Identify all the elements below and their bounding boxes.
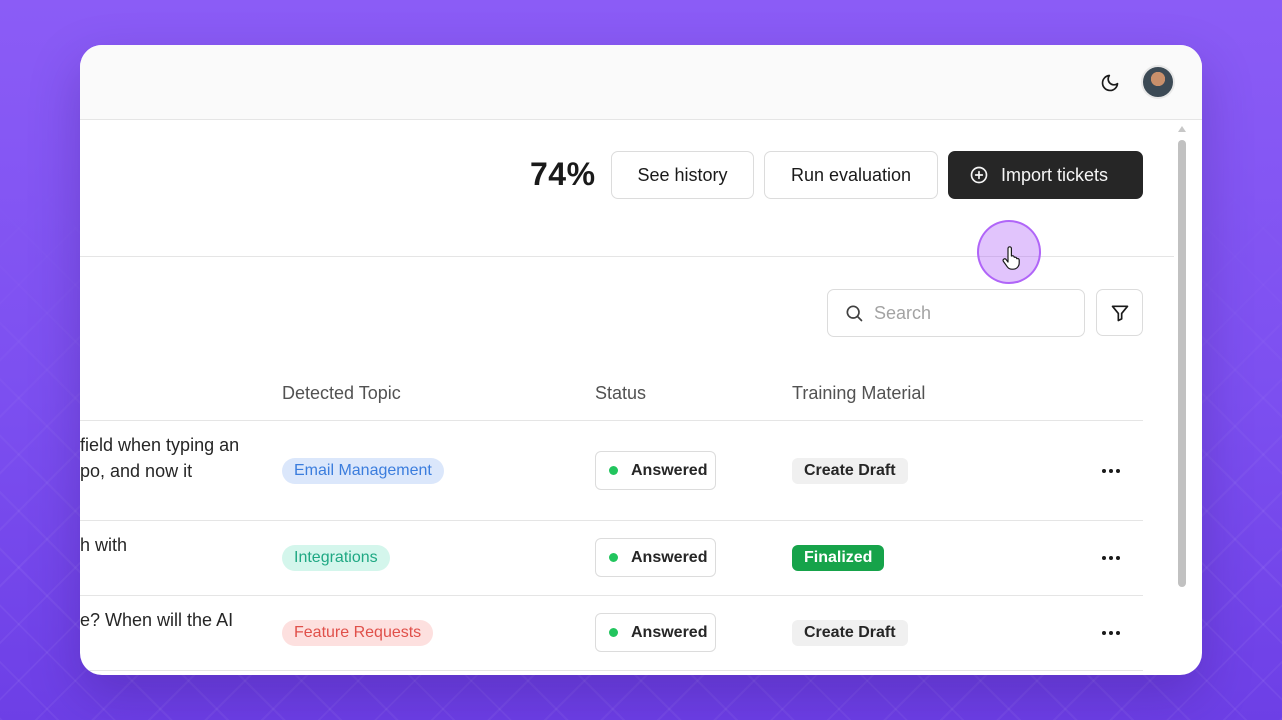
scroll-thumb[interactable]: [1178, 140, 1186, 587]
answered-dot: [609, 466, 618, 475]
answered-dot: [609, 553, 618, 562]
topic-badge: Integrations: [282, 545, 390, 571]
answered-dot: [609, 628, 618, 637]
filter-button[interactable]: [1096, 289, 1143, 336]
search-icon: [844, 303, 864, 323]
ticket-text: h with: [80, 535, 128, 555]
filter-icon: [1110, 303, 1130, 323]
top-bar: [80, 45, 1202, 120]
more-horizontal-icon[interactable]: [1100, 461, 1122, 481]
table-row[interactable]: e? When will the AI Feature Requests Ans…: [80, 596, 1143, 671]
import-tickets-label: Import tickets: [1001, 164, 1109, 185]
training-badge[interactable]: Finalized: [792, 545, 885, 571]
app-window: 74% See history Run evaluation Import ti…: [80, 45, 1202, 675]
score-percent: 74%: [530, 156, 596, 192]
status-label: Answered: [631, 461, 708, 479]
topic-badge: Feature Requests: [282, 620, 434, 646]
search-box[interactable]: [827, 289, 1085, 337]
avatar[interactable]: [1141, 65, 1175, 99]
vertical-scrollbar[interactable]: [1174, 120, 1190, 675]
table-row[interactable]: field when typing an po, and now it Emai…: [80, 421, 1143, 521]
status-label: Answered: [631, 548, 708, 566]
more-horizontal-icon[interactable]: [1100, 623, 1122, 643]
status-badge: Answered: [595, 538, 716, 577]
import-tickets-button[interactable]: Import tickets: [948, 151, 1143, 199]
moon-icon[interactable]: [1098, 71, 1122, 95]
more-horizontal-icon[interactable]: [1100, 548, 1122, 568]
training-badge[interactable]: Create Draft: [792, 458, 908, 484]
column-header-detected-topic[interactable]: Detected Topic: [282, 383, 401, 404]
topic-badge: Email Management: [282, 458, 444, 484]
pointer-hand-icon: [1001, 246, 1023, 270]
ticket-text: e? When will the AI: [80, 610, 234, 630]
scroll-up-arrow-icon[interactable]: [1178, 126, 1186, 132]
see-history-button[interactable]: See history: [611, 151, 754, 199]
table-row[interactable]: h with Integrations Answered Finalized: [80, 521, 1143, 596]
status-label: Answered: [631, 623, 708, 641]
run-evaluation-button[interactable]: Run evaluation: [764, 151, 938, 199]
ticket-text: field when typing an po, and now it: [80, 435, 240, 481]
column-header-training-material[interactable]: Training Material: [792, 383, 925, 404]
training-badge[interactable]: Create Draft: [792, 620, 908, 646]
column-header-status[interactable]: Status: [595, 383, 646, 404]
plus-circle-icon: [969, 165, 989, 185]
main-content: 74% See history Run evaluation Import ti…: [80, 120, 1174, 675]
status-badge: Answered: [595, 613, 716, 652]
status-badge: Answered: [595, 451, 716, 490]
search-input[interactable]: [874, 302, 1064, 324]
